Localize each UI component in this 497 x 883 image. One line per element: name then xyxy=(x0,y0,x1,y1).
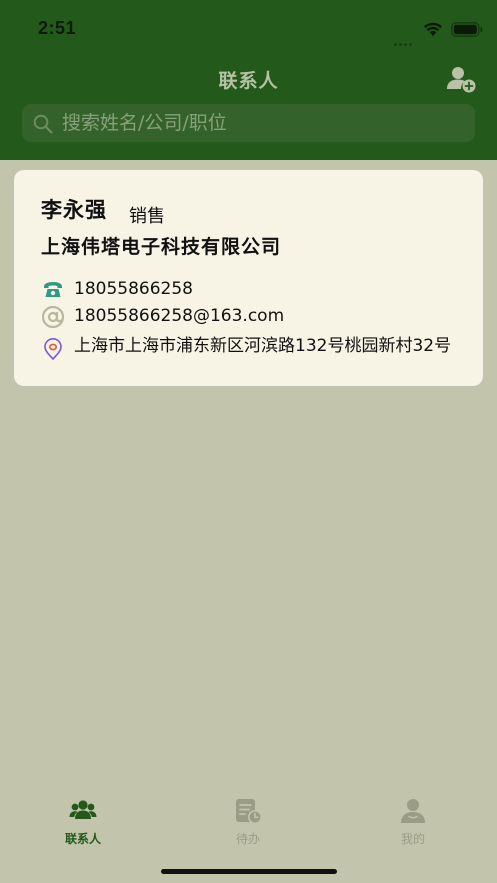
tab-label: 待办 xyxy=(235,832,260,846)
status-time: 2:51 xyxy=(38,18,77,38)
tab-profile[interactable]: 我的 xyxy=(363,790,463,850)
page-title: 联系人 xyxy=(218,70,279,92)
contact-position: 销售 xyxy=(129,206,165,227)
phone-number: 18055866258 xyxy=(74,279,193,299)
tab-label: 我的 xyxy=(400,832,425,846)
search-bar[interactable] xyxy=(22,104,475,142)
phone-icon xyxy=(44,282,62,297)
email-address: 18055866258@163.com xyxy=(74,306,285,326)
add-contact-button[interactable] xyxy=(444,64,478,94)
address-text: 上海市上海市浦东新区河滨路132号桃园新村32号 xyxy=(74,336,452,356)
tab-todo[interactable]: 待办 xyxy=(198,790,298,850)
status-bar: 2:51 xyxy=(0,0,497,58)
contacts-icon xyxy=(69,800,97,819)
wifi-icon xyxy=(424,22,442,36)
profile-icon xyxy=(401,799,425,823)
search-icon xyxy=(33,114,53,134)
email-at-icon xyxy=(41,305,65,329)
home-indicator xyxy=(161,869,337,874)
header: 2:51 联系人 xyxy=(0,0,497,160)
add-user-icon xyxy=(447,67,476,93)
contact-name: 李永强 xyxy=(41,198,107,222)
battery-icon xyxy=(451,22,483,37)
tab-contacts[interactable]: 联系人 xyxy=(33,790,133,850)
tab-label: 联系人 xyxy=(64,832,101,846)
todo-icon xyxy=(236,799,262,824)
search-input[interactable] xyxy=(62,104,462,142)
tab-bar: 联系人 待办 我的 xyxy=(0,790,497,850)
location-pin-icon xyxy=(44,338,62,361)
cellular-signal-icon xyxy=(394,31,418,46)
contact-card[interactable]: 李永强 销售 上海伟塔电子科技有限公司 18055866258 18055866… xyxy=(14,170,483,386)
contact-company: 上海伟塔电子科技有限公司 xyxy=(41,236,282,258)
